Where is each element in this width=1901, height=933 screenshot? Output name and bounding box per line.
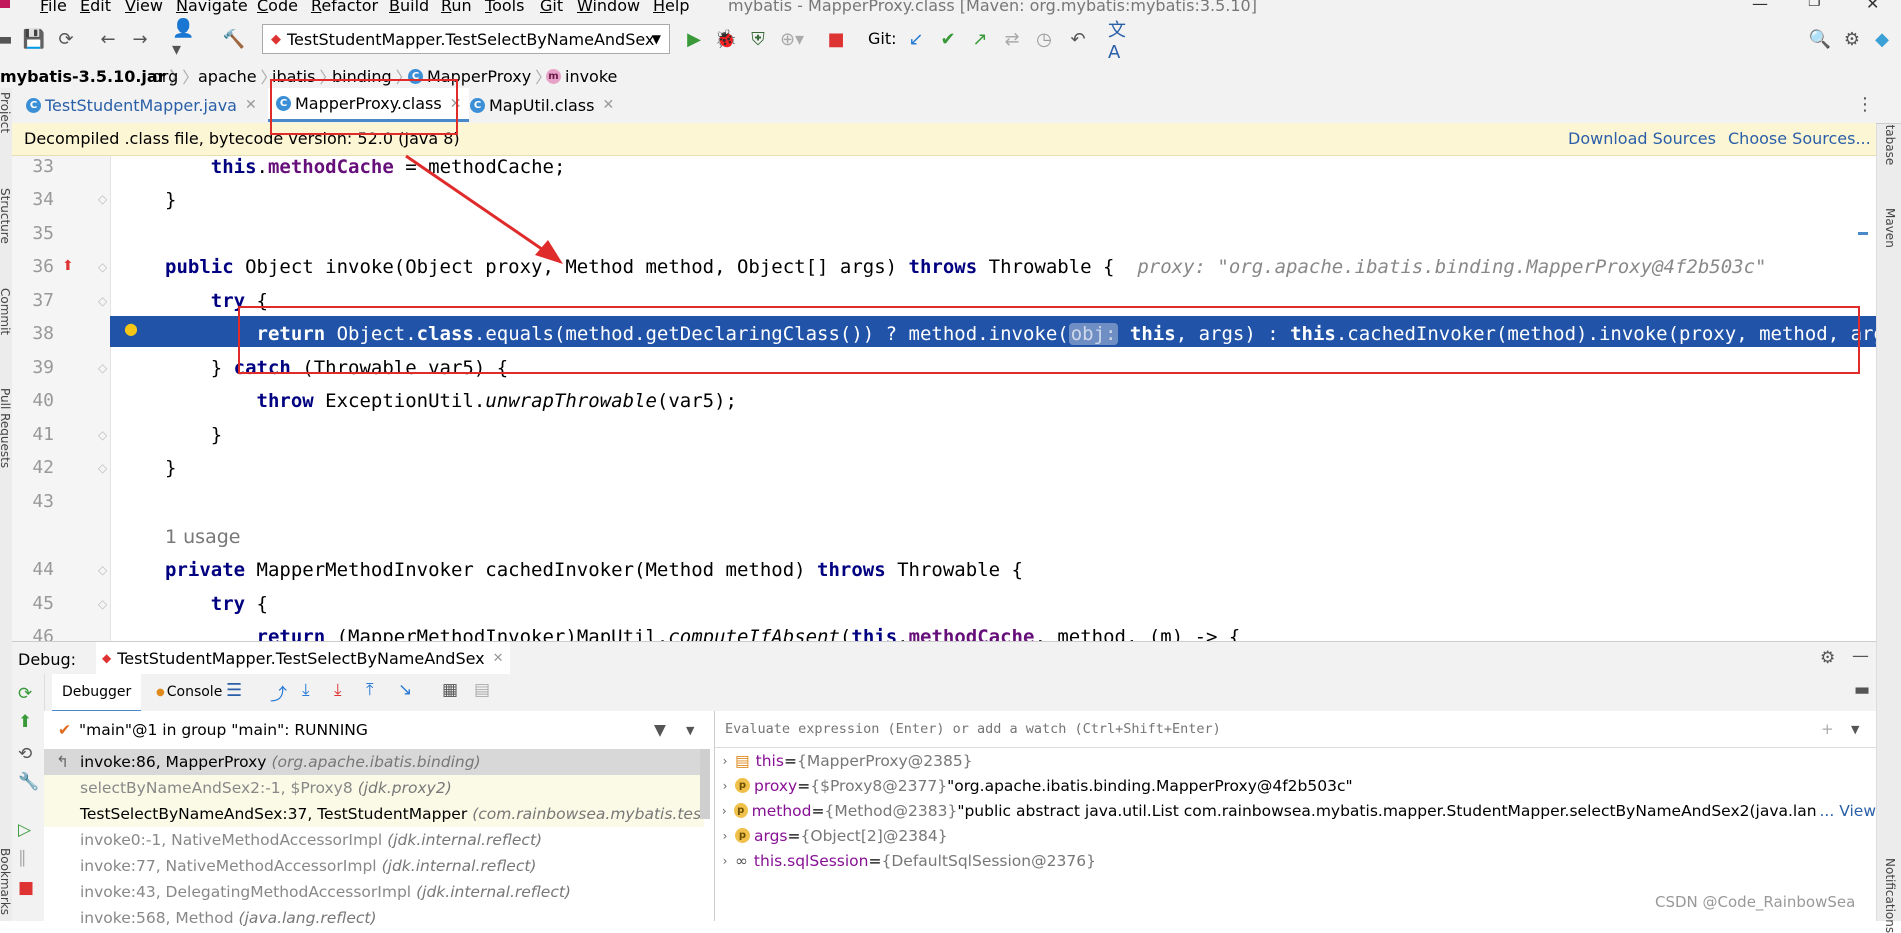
expand-icon[interactable]: ›: [715, 804, 734, 818]
variable-row[interactable]: › p proxy = {$Proxy8@2377} "org.apache.i…: [715, 773, 1353, 798]
watermark: CSDN @Code_RainbowSea: [1655, 893, 1856, 911]
chevron-down-icon[interactable]: ▼: [1851, 723, 1859, 736]
expand-icon[interactable]: ›: [715, 829, 735, 843]
minimize-panel-icon[interactable]: —: [1852, 646, 1869, 666]
view-link[interactable]: ... View: [1820, 802, 1877, 820]
debug-label: Debug:: [18, 650, 77, 669]
filter-icon[interactable]: ▼: [654, 721, 666, 739]
step-out-icon[interactable]: ⤒: [366, 680, 374, 700]
thread-selector[interactable]: ✔ "main"@1 in group "main": RUNNING ▼ ▼: [44, 711, 704, 750]
step-into-icon[interactable]: ⤓: [334, 680, 342, 700]
rerun-failed-icon[interactable]: ⬆: [18, 712, 32, 732]
expand-icon[interactable]: ›: [715, 754, 735, 768]
variable-row[interactable]: › p method = {Method@2383} "public abstr…: [715, 798, 1876, 823]
trace-icon[interactable]: ▤: [474, 680, 490, 700]
frames-panel: ✔ "main"@1 in group "main": RUNNING ▼ ▼ …: [44, 711, 715, 927]
resume-icon[interactable]: ▷: [18, 820, 31, 840]
stack-frame[interactable]: invoke:77, NativeMethodAccessorImpl (jdk.…: [44, 853, 704, 879]
stack-frame[interactable]: invoke:43, DelegatingMethodAccessorImpl(…: [44, 879, 704, 905]
step-over-icon[interactable]: ⤓: [302, 680, 310, 700]
return-icon: ↰: [56, 753, 69, 771]
variable-row[interactable]: › p args = {Object[2]@2384}: [715, 823, 948, 848]
layout-menu-icon[interactable]: ☰: [226, 680, 242, 701]
variable-row[interactable]: › ▤ this = {MapperProxy@2385}: [715, 748, 973, 773]
stack-frame[interactable]: invoke:568, Method (java.lang.reflect): [44, 905, 704, 931]
stack-frame[interactable]: invoke0:-1, NativeMethodAccessorImpl (jdk…: [44, 827, 704, 853]
parameter-icon: p: [733, 803, 748, 818]
expand-icon[interactable]: ›: [715, 779, 735, 793]
debug-header: Debug: ◆ TestStudentMapper.TestSelectByN…: [12, 641, 1876, 676]
console-icon: ●: [156, 686, 165, 698]
show-execution-point-icon[interactable]: ⤴: [270, 680, 287, 705]
stack-frame[interactable]: ↰ invoke:86, MapperProxy (org.apache.ibat…: [44, 749, 704, 775]
stack-frame[interactable]: TestSelectByNameAndSex:37, TestStudentMa…: [44, 801, 704, 827]
debug-toolbar: Debugger ● Console ☰ ⤴ ⤓ ⤓ ⤒ ↘ ▦ ▤ ▬: [12, 674, 1876, 712]
evaluate-bar[interactable]: + ▼: [715, 711, 1876, 748]
junit-config-icon: ◆: [102, 651, 112, 665]
variables-panel: + ▼ › ▤ this = {MapperProxy@2385} › p pr…: [715, 711, 1876, 921]
parameter-icon: p: [735, 828, 750, 843]
watch-glasses-icon: ∞: [735, 851, 748, 870]
expand-icon[interactable]: ›: [715, 854, 735, 868]
rerun-icon[interactable]: ⟳: [18, 684, 32, 704]
tab-debugger[interactable]: Debugger: [52, 674, 142, 712]
add-watch-icon[interactable]: +: [1821, 720, 1834, 738]
parameter-icon: p: [735, 778, 750, 793]
close-tab-icon[interactable]: ✕: [493, 651, 504, 666]
stack-frame[interactable]: selectByNameAndSex2:-1, $Proxy8 (jdk.prox…: [44, 775, 704, 801]
tab-console[interactable]: ● Console: [150, 674, 228, 710]
debug-side-actions: ⟳ ⬆ ⟲ 🔧 ▷ ∥ ■: [12, 674, 45, 921]
evaluate-expression-icon[interactable]: ▦: [442, 680, 458, 700]
evaluate-expression-input[interactable]: [723, 720, 1807, 738]
restore-layout-icon[interactable]: ⟲: [18, 744, 32, 764]
field-icon: ▤: [735, 751, 750, 770]
run-to-cursor-icon[interactable]: ↘: [398, 680, 412, 700]
variable-row[interactable]: › ∞ this.sqlSession = {DefaultSqlSession…: [715, 848, 1096, 873]
frames-scrollbar[interactable]: [700, 749, 710, 819]
debug-session-tab[interactable]: ◆ TestStudentMapper.TestSelectByNameAndS…: [96, 642, 510, 674]
layout-settings-icon[interactable]: ▬: [1854, 680, 1870, 700]
settings-gear-icon[interactable]: ⚙: [1820, 648, 1835, 668]
modify-config-icon[interactable]: 🔧: [18, 772, 39, 792]
pause-icon[interactable]: ∥: [18, 848, 27, 868]
checkmark-icon: ✔: [58, 721, 71, 739]
chevron-down-icon[interactable]: ▼: [686, 724, 694, 737]
stop-icon[interactable]: ■: [18, 878, 34, 898]
